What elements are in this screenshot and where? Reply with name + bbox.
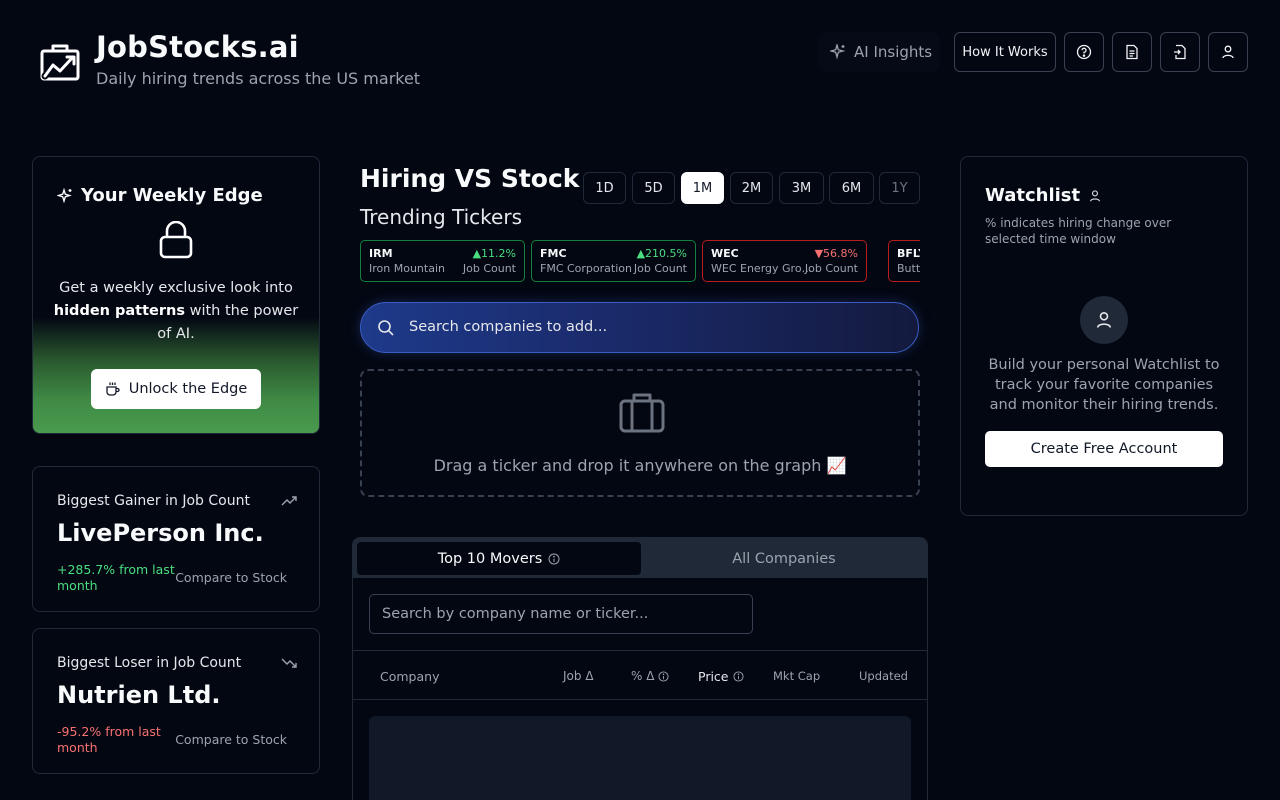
biggest-loser-card: Biggest Loser in Job Count Nutrien Ltd. … <box>32 628 320 774</box>
ticker-card[interactable]: WEC ▼56.8% WEC Energy Grou... Job Count <box>702 240 867 282</box>
coffee-cup-icon <box>106 382 120 396</box>
trending-down-icon <box>281 658 297 668</box>
column-market-cap[interactable]: Mkt Cap <box>773 669 820 683</box>
timeframe-2m[interactable]: 2M <box>730 172 773 204</box>
trending-tickers-list: IRM ▲11.2% Iron Mountain Job Count FMC ▲… <box>360 240 920 282</box>
info-icon <box>548 553 560 564</box>
hiring-vs-stock-title: Hiring VS Stock <box>360 164 580 193</box>
timeframe-1y[interactable]: 1Y <box>879 172 920 204</box>
watchlist-title: Watchlist <box>985 185 1081 206</box>
column-percent-delta[interactable]: % Δ <box>631 669 669 683</box>
user-icon <box>1096 311 1112 328</box>
ticker-metric: Job Count <box>804 262 858 275</box>
documents-button[interactable] <box>1112 32 1152 72</box>
loser-change: -95.2% from last month <box>57 724 161 755</box>
weekly-edge-card: Your Weekly Edge Get a weekly exclusive … <box>32 156 320 434</box>
avatar <box>1080 296 1128 344</box>
ticker-symbol: FMC <box>540 247 567 260</box>
tab-all-companies[interactable]: All Companies <box>643 542 925 575</box>
unlock-edge-button[interactable]: Unlock the Edge <box>91 369 261 409</box>
tab-top-10-movers[interactable]: Top 10 Movers <box>357 542 641 575</box>
ticker-change: ▲210.5% <box>636 247 687 260</box>
ticker-company: Butte <box>897 262 920 275</box>
chart-briefcase-logo-icon <box>40 44 80 81</box>
weekly-edge-description: Get a weekly exclusive look into hidden … <box>53 280 299 342</box>
ai-insights-label: AI Insights <box>854 43 933 61</box>
ticker-company: Iron Mountain <box>369 262 445 275</box>
timeframe-6m[interactable]: 6M <box>829 172 874 204</box>
timeframe-5d[interactable]: 5D <box>632 172 675 204</box>
tab-top-10-movers-label: Top 10 Movers <box>437 550 543 567</box>
ticker-drop-zone[interactable]: Drag a ticker and drop it anywhere on th… <box>360 369 920 497</box>
sparkles-icon <box>57 187 72 203</box>
weekly-edge-heading: Your Weekly Edge <box>57 185 263 206</box>
table-header: Company Job Δ % Δ Price Mkt Cap Updated <box>353 650 927 700</box>
biggest-gainer-card: Biggest Gainer in Job Count LivePerson I… <box>32 466 320 612</box>
ticker-metric: Job Count <box>633 262 687 275</box>
timeframe-3m[interactable]: 3M <box>779 172 824 204</box>
loser-label: Biggest Loser in Job Count <box>57 655 242 671</box>
gainer-company[interactable]: LivePerson Inc. <box>57 519 264 547</box>
column-price[interactable]: Price <box>698 669 744 684</box>
info-icon <box>658 670 669 682</box>
weekly-edge-title: Your Weekly Edge <box>81 185 263 206</box>
ticker-symbol: WEC <box>711 247 739 260</box>
trending-tickers-title: Trending Tickers <box>360 205 522 229</box>
ai-insights-button[interactable]: AI Insights <box>818 32 940 72</box>
unlock-edge-label: Unlock the Edge <box>128 381 248 397</box>
create-account-button[interactable]: Create Free Account <box>985 431 1223 467</box>
movers-table-panel: Top 10 Movers All Companies Company Job … <box>352 537 928 800</box>
table-filter-input[interactable] <box>369 594 753 634</box>
loser-company[interactable]: Nutrien Ltd. <box>57 681 221 709</box>
ticker-metric: Job Count <box>462 262 516 275</box>
trending-up-icon <box>281 496 297 506</box>
company-search-input[interactable] <box>409 303 889 351</box>
watchlist-card: Watchlist % indicates hiring change over… <box>960 156 1248 516</box>
ticker-company: FMC Corporation <box>540 262 632 275</box>
briefcase-icon <box>619 393 665 433</box>
user-icon <box>1222 45 1234 59</box>
watchlist-heading: Watchlist <box>985 185 1102 206</box>
ticker-card[interactable]: FMC ▲210.5% FMC Corporation Job Count <box>531 240 696 282</box>
gainer-compare-link[interactable]: Compare to Stock <box>175 570 287 585</box>
column-company[interactable]: Company <box>380 669 439 684</box>
user-icon <box>1090 189 1101 201</box>
logo[interactable] <box>40 43 80 81</box>
column-price-label: Price <box>698 669 729 684</box>
loser-compare-link[interactable]: Compare to Stock <box>175 732 287 747</box>
timeframe-1d[interactable]: 1D <box>583 172 626 204</box>
app-subtitle: Daily hiring trends across the US market <box>96 69 421 88</box>
info-icon <box>732 671 744 682</box>
gainer-change: +285.7% from last month <box>57 562 175 593</box>
watchlist-note: % indicates hiring change over selected … <box>985 216 1172 246</box>
ticker-symbol: BFLY <box>897 247 920 260</box>
lock-icon <box>159 221 193 259</box>
help-circle-icon <box>1076 44 1092 60</box>
ticker-change: ▼56.8% <box>814 247 858 260</box>
column-job-delta[interactable]: Job Δ <box>563 669 594 683</box>
ticker-card[interactable]: IRM ▲11.2% Iron Mountain Job Count <box>360 240 525 282</box>
column-updated[interactable]: Updated <box>859 669 908 683</box>
gainer-label: Biggest Gainer in Job Count <box>57 493 250 509</box>
how-it-works-button[interactable]: How It Works <box>954 32 1056 72</box>
ticker-company: WEC Energy Grou... <box>711 262 815 275</box>
app-title: JobStocks.ai <box>96 30 299 64</box>
document-icon <box>1126 44 1138 60</box>
drop-zone-text: Drag a ticker and drop it anywhere on th… <box>433 456 847 475</box>
timeframe-1m[interactable]: 1M <box>681 172 724 204</box>
company-search-bar[interactable] <box>360 302 919 353</box>
ticker-symbol: IRM <box>369 247 393 260</box>
table-tabs: Top 10 Movers All Companies <box>353 538 927 578</box>
table-loading-skeleton <box>369 716 911 800</box>
help-button[interactable] <box>1064 32 1104 72</box>
ticker-card[interactable]: BFLY Butte <box>888 240 920 282</box>
account-button[interactable] <box>1208 32 1248 72</box>
ticker-change: ▲11.2% <box>472 247 516 260</box>
column-percent-delta-label: % Δ <box>631 669 655 683</box>
file-export-icon <box>1174 44 1186 60</box>
export-button[interactable] <box>1160 32 1200 72</box>
watchlist-description: Build your personal Watchlist to track y… <box>988 357 1220 413</box>
search-icon <box>378 320 394 336</box>
sparkles-icon <box>830 44 846 60</box>
